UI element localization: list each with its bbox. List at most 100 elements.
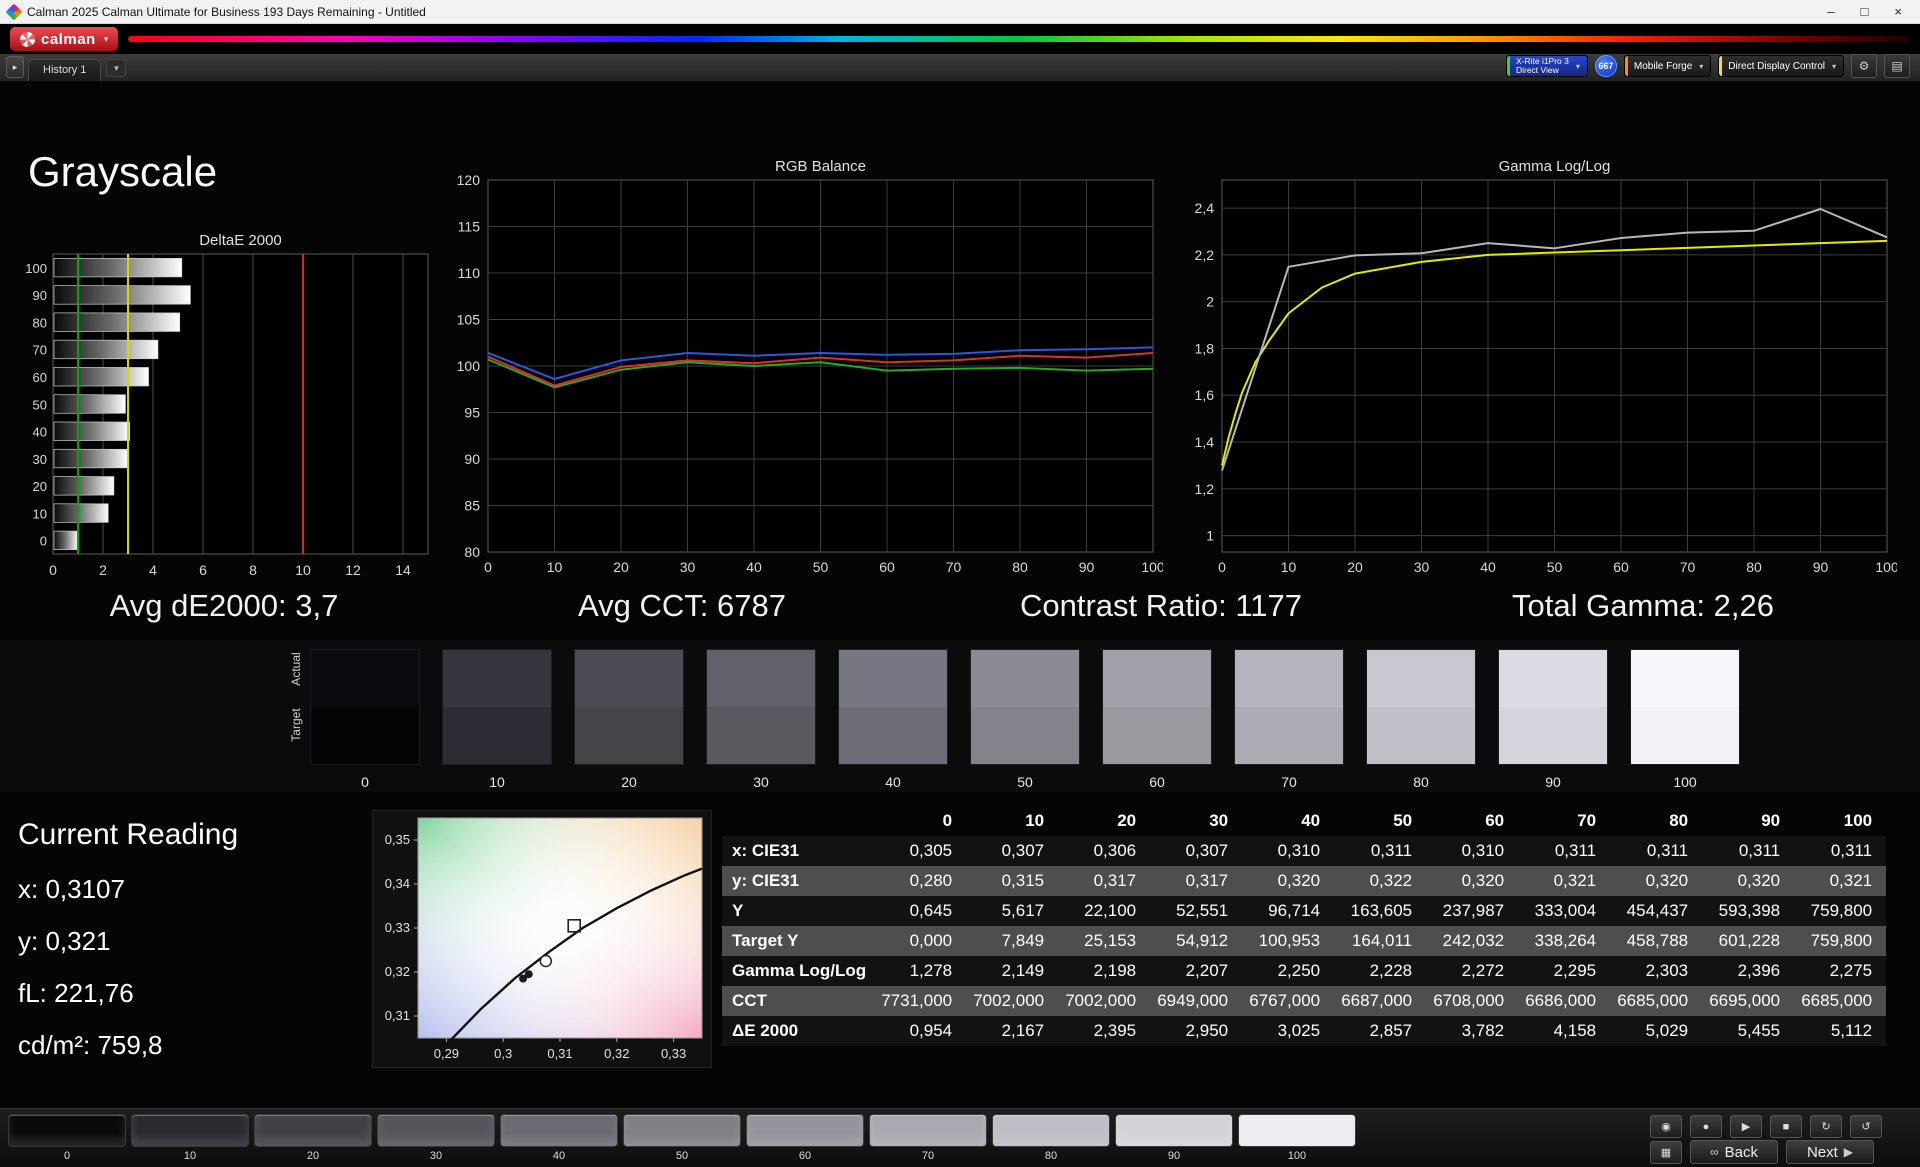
table-cell: 338,264 — [1534, 931, 1597, 950]
back-label: Back — [1724, 1143, 1758, 1161]
level-button-0[interactable] — [8, 1114, 126, 1147]
swatch-label: 50 — [1017, 774, 1033, 790]
table-cell: 333,004 — [1534, 901, 1597, 920]
stop-button[interactable]: ■ — [1770, 1115, 1802, 1138]
refresh-button[interactable]: ↺ — [1850, 1115, 1882, 1138]
level-label: 100 — [1287, 1150, 1307, 1162]
record-button[interactable]: ● — [1690, 1115, 1722, 1138]
svg-text:50: 50 — [813, 559, 829, 575]
table-cell: 1,278 — [909, 961, 953, 980]
actual-row-label: Actual — [289, 652, 303, 686]
table-cell: 0,310 — [1277, 841, 1321, 860]
meter-selector[interactable]: X-Rite i1Pro 3 Direct View ▾ — [1505, 55, 1588, 77]
svg-text:4: 4 — [149, 562, 157, 578]
swatch-actual — [1235, 650, 1343, 707]
level-button-90[interactable] — [1115, 1114, 1233, 1147]
svg-text:1,8: 1,8 — [1195, 340, 1215, 356]
table-cell: 237,987 — [1442, 901, 1505, 920]
current-reading-panel: Current Reading x: 0,3107 y: 0,321 fL: 2… — [18, 818, 358, 1082]
settings-button[interactable]: ⚙ — [1851, 54, 1877, 78]
table-cell: 0,320 — [1277, 871, 1321, 890]
level-button-40[interactable] — [500, 1114, 618, 1147]
panel-icon: ▤ — [1891, 59, 1903, 73]
svg-text:70: 70 — [33, 343, 47, 358]
level-button-30[interactable] — [377, 1114, 495, 1147]
level-button-100[interactable] — [1238, 1114, 1356, 1147]
swatch-actual — [1103, 650, 1211, 707]
svg-text:85: 85 — [464, 498, 480, 514]
display-status-bar — [1719, 56, 1723, 76]
gamma-chart: Gamma Log/Log 0 10 20 30 40 50 60 70 80 90 100 1 1,2 1… — [1195, 158, 1897, 575]
table-cell: 593,398 — [1718, 901, 1781, 920]
svg-text:20: 20 — [1347, 559, 1363, 575]
maximize-button[interactable]: □ — [1861, 4, 1869, 19]
close-button[interactable]: × — [1894, 4, 1902, 19]
minimize-button[interactable]: – — [1827, 4, 1834, 19]
swatch-actual — [443, 650, 551, 707]
svg-text:60: 60 — [33, 370, 47, 385]
svg-text:110: 110 — [458, 265, 481, 281]
table-cell: 0,305 — [909, 841, 953, 860]
cie-chromaticity-chart: 0,29 0,3 0,31 0,32 0,33 0,31 0,32 0,33 0,34 0,35 — [372, 810, 712, 1068]
table-cell: 0,320 — [1645, 871, 1689, 890]
table-cell: 22,100 — [1084, 901, 1137, 920]
swatch-label: 10 — [489, 774, 505, 790]
calman-logo-button[interactable]: calman ▾ — [10, 27, 119, 51]
swatch-target — [1499, 707, 1607, 764]
table-cell: 2,250 — [1277, 961, 1321, 980]
next-button[interactable]: Next ▶ — [1786, 1140, 1874, 1164]
table-cell: 7731,000 — [881, 991, 953, 1010]
source-selector[interactable]: Mobile Forge ▾ — [1623, 55, 1712, 77]
table-cell: 2,207 — [1185, 961, 1229, 980]
transport-controls: ◉ ● ▶ ■ ↻ ↺ — [1650, 1115, 1882, 1138]
level-button-50[interactable] — [623, 1114, 741, 1147]
level-slot-40: 40 — [500, 1114, 618, 1162]
level-button-70[interactable] — [869, 1114, 987, 1147]
source-name: Mobile Forge — [1633, 60, 1693, 72]
level-label: 0 — [63, 1150, 71, 1162]
swatch-label: 90 — [1545, 774, 1561, 790]
tab-history-1[interactable]: History 1 — [28, 59, 102, 81]
table-cell: 0,320 — [1461, 871, 1505, 890]
level-button-60[interactable] — [746, 1114, 864, 1147]
level-slot-70: 70 — [869, 1114, 987, 1162]
window-controls: – □ × — [1827, 4, 1912, 19]
grayscale-swatch-0: 0 — [310, 649, 420, 790]
history-expander-button[interactable]: ▸ — [6, 56, 24, 78]
svg-text:2,2: 2,2 — [1195, 247, 1215, 263]
layout-button[interactable]: ▦ — [1650, 1140, 1682, 1164]
reading-y: y: 0,321 — [18, 926, 111, 956]
repeat-button[interactable]: ↻ — [1810, 1115, 1842, 1138]
display-control-selector[interactable]: Direct Display Control ▾ — [1718, 55, 1844, 77]
svg-text:90: 90 — [1079, 559, 1095, 575]
table-cell: 0,310 — [1461, 841, 1505, 860]
svg-text:10: 10 — [547, 559, 563, 575]
reading-count-badge: 667 — [1594, 55, 1617, 77]
column-header: 30 — [1209, 811, 1229, 830]
svg-text:1,2: 1,2 — [1195, 481, 1215, 497]
swatch-actual — [971, 650, 1079, 707]
history-dropdown-button[interactable]: ▾ — [106, 59, 127, 77]
back-icon: ∞ — [1710, 1145, 1719, 1159]
table-cell: 52,551 — [1176, 901, 1229, 920]
level-button-10[interactable] — [131, 1114, 249, 1147]
contrast-ratio-stat: Contrast Ratio: 1177 — [1019, 588, 1303, 623]
swatch-target — [1235, 707, 1343, 764]
svg-text:0,31: 0,31 — [385, 1008, 410, 1023]
play-button[interactable]: ▶ — [1730, 1115, 1762, 1138]
table-cell: 6687,000 — [1341, 991, 1413, 1010]
grayscale-swatch-20: 20 — [574, 649, 684, 790]
table-cell: 7,849 — [1001, 931, 1045, 950]
table-cell: 0,315 — [1001, 871, 1045, 890]
meter-button[interactable]: ◉ — [1650, 1115, 1682, 1138]
level-button-80[interactable] — [992, 1114, 1110, 1147]
level-slot-0: 0 — [8, 1114, 126, 1162]
level-label: 10 — [183, 1150, 197, 1162]
svg-text:80: 80 — [464, 544, 480, 560]
panel-button[interactable]: ▤ — [1884, 54, 1910, 78]
svg-text:100: 100 — [1141, 559, 1163, 575]
svg-text:6: 6 — [199, 562, 207, 578]
level-button-20[interactable] — [254, 1114, 372, 1147]
swatch-actual — [311, 650, 419, 707]
back-button[interactable]: ∞ Back — [1690, 1140, 1778, 1164]
